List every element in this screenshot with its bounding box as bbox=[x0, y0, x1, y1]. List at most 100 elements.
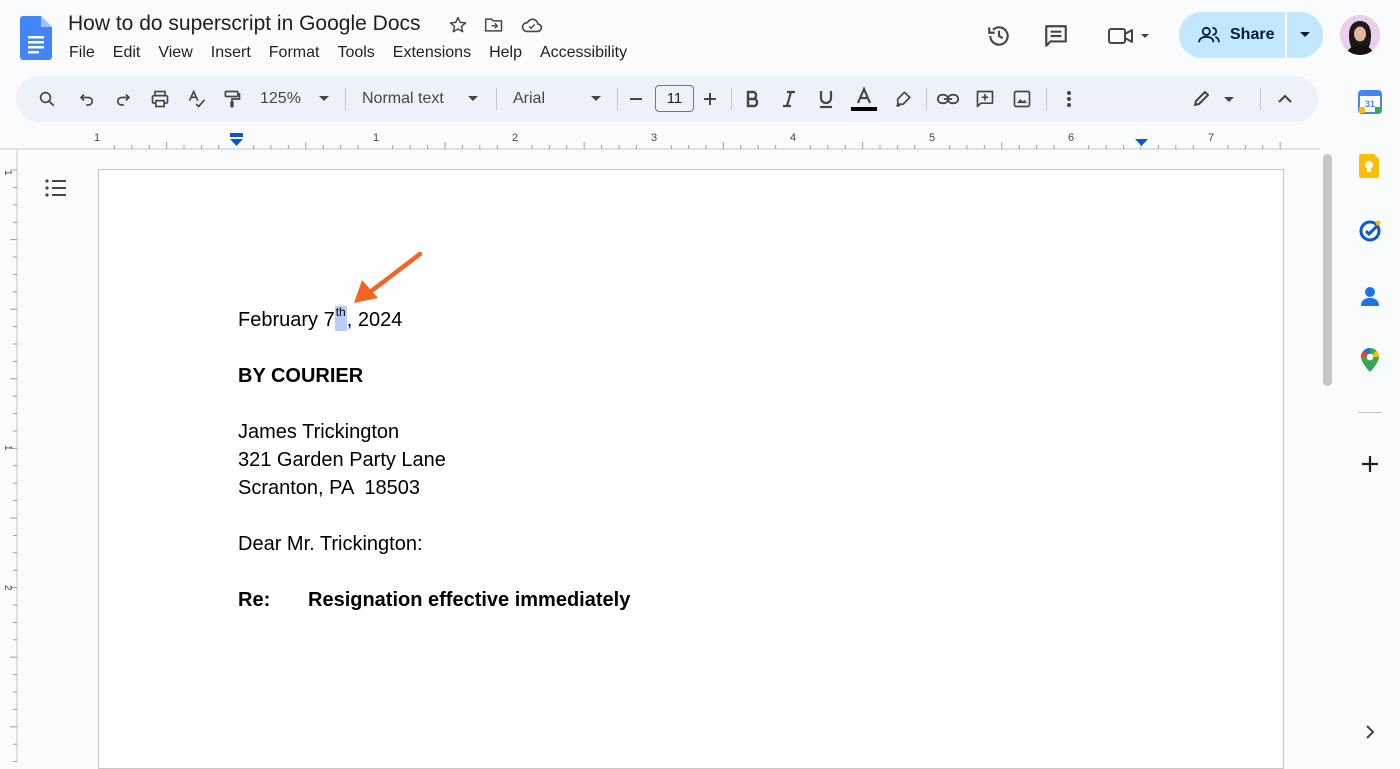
ruler-label: 4 bbox=[790, 132, 796, 144]
docs-logo-icon[interactable] bbox=[20, 16, 52, 60]
version-history-icon[interactable] bbox=[983, 20, 1015, 52]
left-indent-marker bbox=[230, 139, 243, 146]
document-body[interactable]: February 7th, 2024 BY COURIER James Tric… bbox=[238, 306, 630, 614]
paragraph-style-select[interactable]: Normal text bbox=[362, 87, 444, 111]
zoom-value: 125% bbox=[260, 90, 301, 107]
text-color-icon[interactable] bbox=[850, 86, 878, 112]
menu-view[interactable]: View bbox=[149, 42, 201, 64]
zoom-select[interactable]: 125% bbox=[260, 87, 301, 111]
menu-accessibility[interactable]: Accessibility bbox=[531, 42, 636, 64]
document-title[interactable]: How to do superscript in Google Docs bbox=[68, 12, 421, 36]
vertical-ruler: 1 1 2 bbox=[0, 150, 18, 762]
search-menus-icon[interactable] bbox=[36, 87, 58, 111]
toolbar-divider bbox=[345, 88, 346, 110]
contacts-icon[interactable] bbox=[1356, 282, 1384, 310]
ruler-label: 6 bbox=[1068, 132, 1074, 144]
calendar-icon[interactable]: 31 bbox=[1356, 88, 1384, 116]
subject-text: Resignation effective immediately bbox=[308, 589, 631, 611]
avatar[interactable] bbox=[1340, 15, 1380, 55]
font-chevron-down-icon[interactable] bbox=[589, 87, 603, 111]
share-dropdown-button[interactable] bbox=[1287, 12, 1323, 58]
toolbar-divider bbox=[926, 88, 927, 110]
comments-icon[interactable] bbox=[1040, 20, 1072, 52]
show-side-panel-chevron-right-icon[interactable] bbox=[1356, 718, 1384, 746]
toolbar-divider bbox=[1260, 88, 1261, 110]
hide-menus-chevron-up-icon[interactable] bbox=[1275, 87, 1295, 111]
salutation: Dear Mr. Trickington: bbox=[238, 533, 423, 555]
menu-extensions[interactable]: Extensions bbox=[384, 42, 480, 64]
ruler-label: 5 bbox=[929, 132, 935, 144]
cloud-saved-icon[interactable] bbox=[521, 14, 543, 36]
meet-icon[interactable] bbox=[1102, 20, 1154, 52]
vruler-label: 2 bbox=[2, 585, 13, 591]
share-label: Share bbox=[1230, 26, 1275, 43]
calendar-day: 31 bbox=[1365, 99, 1375, 109]
menu-bar: File Edit View Insert Format Tools Exten… bbox=[60, 42, 636, 64]
menu-insert[interactable]: Insert bbox=[202, 42, 260, 64]
move-folder-icon[interactable] bbox=[483, 14, 505, 36]
toolbar-divider bbox=[731, 88, 732, 110]
horizontal-ruler: 1 1 2 3 4 5 6 7 bbox=[0, 128, 1320, 150]
decrease-font-size-icon[interactable] bbox=[627, 87, 645, 111]
toolbar-divider bbox=[617, 88, 618, 110]
ruler-label: 1 bbox=[373, 132, 379, 144]
first-line-indent-marker bbox=[230, 133, 243, 137]
annotation-arrow-icon bbox=[354, 251, 423, 303]
font-value: Arial bbox=[513, 90, 546, 107]
style-chevron-down-icon[interactable] bbox=[466, 87, 480, 111]
people-icon bbox=[1198, 26, 1220, 43]
paragraph-style-value: Normal text bbox=[362, 90, 444, 107]
insert-image-icon[interactable] bbox=[1010, 87, 1034, 111]
maps-icon[interactable] bbox=[1356, 346, 1384, 374]
document-outline-icon[interactable] bbox=[40, 174, 72, 202]
vertical-scrollbar-thumb[interactable] bbox=[1323, 154, 1332, 386]
address-name: James Trickington bbox=[238, 421, 400, 443]
toolbar-divider bbox=[1046, 88, 1047, 110]
print-icon[interactable] bbox=[148, 87, 172, 111]
subject-line: Re: Resignation effective immediately bbox=[238, 586, 630, 614]
editing-mode-icon[interactable] bbox=[1190, 87, 1236, 111]
menu-help[interactable]: Help bbox=[480, 42, 531, 64]
font-size-value: 11 bbox=[666, 90, 683, 107]
menu-tools[interactable]: Tools bbox=[328, 42, 383, 64]
superscript-ordinal: th bbox=[334, 306, 347, 331]
date-line: February 7th, 2024 bbox=[238, 306, 630, 334]
underline-icon[interactable] bbox=[815, 87, 837, 111]
redo-icon[interactable] bbox=[112, 87, 134, 111]
insert-link-icon[interactable] bbox=[936, 87, 960, 111]
italic-icon[interactable] bbox=[778, 87, 800, 111]
date-suffix: , 2024 bbox=[346, 309, 403, 331]
date-prefix: February 7 bbox=[238, 309, 335, 331]
increase-font-size-icon[interactable] bbox=[701, 87, 719, 111]
undo-icon[interactable] bbox=[76, 87, 98, 111]
menu-format[interactable]: Format bbox=[260, 42, 329, 64]
address-city: Scranton, PA 18503 bbox=[238, 477, 420, 499]
paint-format-icon[interactable] bbox=[221, 87, 243, 111]
more-options-icon[interactable] bbox=[1060, 87, 1078, 111]
font-select[interactable]: Arial bbox=[513, 87, 545, 111]
tasks-icon[interactable] bbox=[1356, 217, 1384, 245]
ruler-label: 1 bbox=[94, 132, 100, 144]
vruler-label: 1 bbox=[2, 170, 13, 176]
zoom-chevron-down-icon[interactable] bbox=[317, 87, 331, 111]
right-indent-marker bbox=[1135, 139, 1148, 146]
ruler-label: 2 bbox=[512, 132, 518, 144]
get-add-ons-plus-icon[interactable] bbox=[1356, 450, 1384, 478]
ruler-label: 7 bbox=[1208, 132, 1214, 144]
vruler-label: 1 bbox=[2, 445, 13, 451]
keep-icon[interactable] bbox=[1356, 152, 1384, 180]
highlight-color-icon[interactable] bbox=[892, 87, 914, 111]
address-street: 321 Garden Party Lane bbox=[238, 449, 446, 471]
menu-edit[interactable]: Edit bbox=[104, 42, 150, 64]
bold-icon[interactable] bbox=[742, 87, 764, 111]
font-size-input[interactable]: 11 bbox=[655, 85, 694, 112]
star-icon[interactable] bbox=[447, 14, 469, 36]
spellcheck-icon[interactable] bbox=[186, 87, 208, 111]
ruler-label: 3 bbox=[651, 132, 657, 144]
add-comment-icon[interactable] bbox=[973, 87, 997, 111]
side-panel-divider bbox=[1358, 412, 1382, 413]
menu-file[interactable]: File bbox=[60, 42, 104, 64]
chevron-down-icon bbox=[1300, 32, 1310, 37]
delivery-method: BY COURIER bbox=[238, 365, 364, 387]
share-button[interactable]: Share bbox=[1179, 12, 1285, 58]
